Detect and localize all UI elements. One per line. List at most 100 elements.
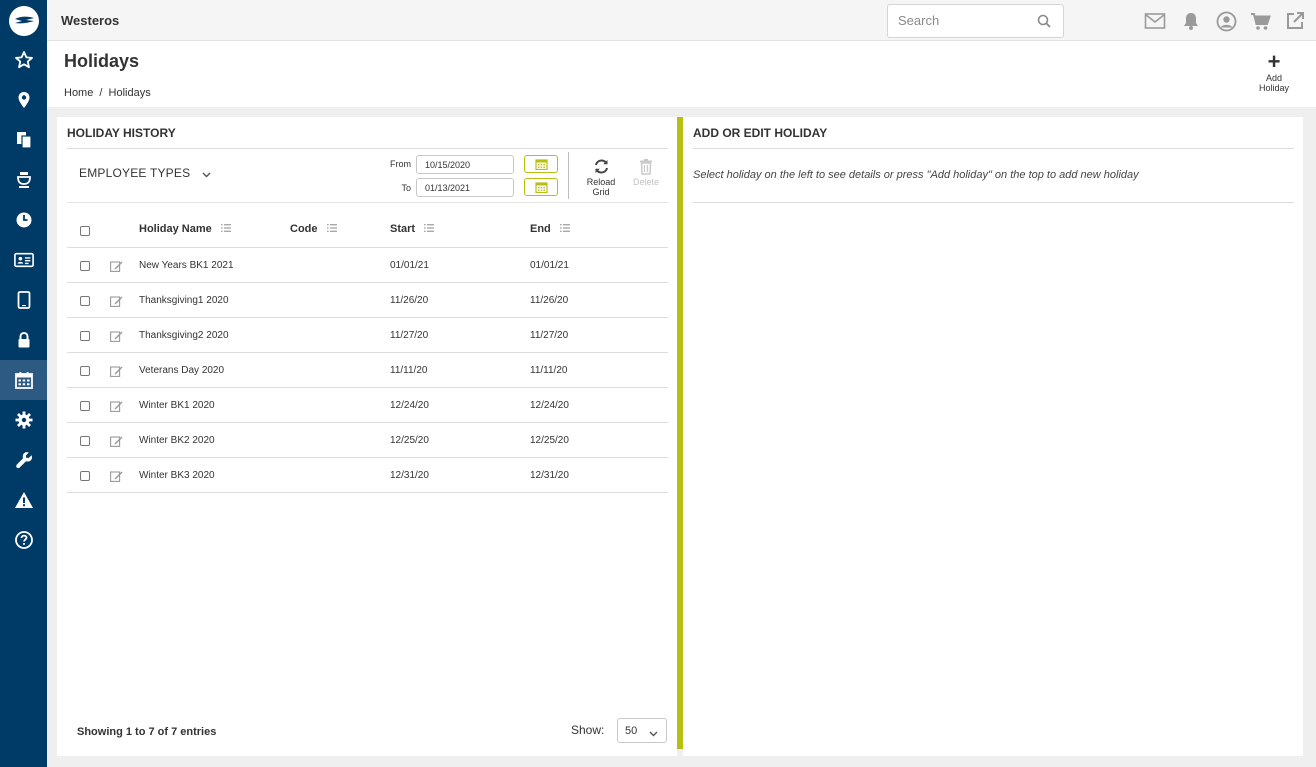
- row-checkbox[interactable]: [80, 366, 90, 376]
- select-all-checkbox[interactable]: [80, 226, 90, 236]
- search-input[interactable]: [898, 13, 1028, 28]
- holiday-history-title: HOLIDAY HISTORY: [67, 126, 176, 140]
- sort-icon[interactable]: [424, 223, 435, 235]
- table-row[interactable]: Winter BK2 2020 12/25/20 12/25/20: [67, 423, 668, 458]
- column-header-start[interactable]: Start: [390, 223, 435, 235]
- sidebar-item-security[interactable]: [0, 320, 47, 360]
- start-cell: 01/01/21: [390, 260, 429, 271]
- sort-icon[interactable]: [220, 223, 231, 235]
- sidebar-item-employees[interactable]: [0, 240, 47, 280]
- from-date-input[interactable]: [416, 155, 514, 174]
- sidebar-item-tools[interactable]: [0, 440, 47, 480]
- edit-icon[interactable]: [110, 469, 123, 487]
- wrench-icon: [15, 452, 32, 469]
- column-header-holiday-name[interactable]: Holiday Name: [139, 223, 231, 235]
- column-header-end[interactable]: End: [530, 223, 570, 235]
- sidebar-item-time[interactable]: [0, 200, 47, 240]
- search-icon[interactable]: [1037, 14, 1051, 33]
- end-cell: 12/25/20: [530, 435, 569, 446]
- sidebar-item-alerts[interactable]: [0, 480, 47, 520]
- cart-icon[interactable]: [1249, 10, 1271, 32]
- edit-icon[interactable]: [110, 434, 123, 452]
- reload-label-line1: Reload: [586, 177, 616, 187]
- row-checkbox[interactable]: [80, 296, 90, 306]
- sidebar-item-devices[interactable]: [0, 280, 47, 320]
- add-holiday-label-line2: Holiday: [1258, 83, 1289, 93]
- table-row[interactable]: Thanksgiving2 2020 11/27/20 11/27/20: [67, 318, 668, 353]
- edit-icon[interactable]: [110, 364, 123, 382]
- holiday-name-cell: Veterans Day 2020: [139, 365, 225, 376]
- sidebar-item-settings[interactable]: [0, 400, 47, 440]
- to-date-input[interactable]: [416, 178, 514, 197]
- delete-button[interactable]: Delete: [631, 158, 661, 187]
- page-header: Holidays Home / Holidays + Add Holiday: [47, 41, 1316, 107]
- edit-icon[interactable]: [110, 259, 123, 277]
- mail-icon[interactable]: [1144, 10, 1166, 32]
- table-row[interactable]: Thanksgiving1 2020 11/26/20 11/26/20: [67, 283, 668, 318]
- holiday-history-panel: HOLIDAY HISTORY EMPLOYEE TYPES From To R…: [57, 117, 677, 756]
- documents-icon: [16, 132, 32, 149]
- warning-icon: [14, 492, 33, 508]
- add-holiday-button[interactable]: + Add Holiday: [1252, 49, 1296, 94]
- sort-icon[interactable]: [559, 223, 570, 235]
- table-row[interactable]: Veterans Day 2020 11/11/20 11/11/20: [67, 353, 668, 388]
- id-card-icon: [13, 252, 34, 268]
- help-text: Select holiday on the left to see detail…: [693, 169, 1139, 181]
- column-header-label: Holiday Name: [139, 223, 212, 235]
- sidebar-item-break-room[interactable]: [0, 160, 47, 200]
- row-checkbox[interactable]: [80, 471, 90, 481]
- sidebar-item-locations[interactable]: [0, 80, 47, 120]
- edit-icon[interactable]: [110, 399, 123, 417]
- holiday-name-cell: Winter BK1 2020: [139, 400, 215, 411]
- edit-icon[interactable]: [110, 294, 123, 312]
- sidebar-item-holidays[interactable]: [0, 360, 47, 400]
- sort-icon[interactable]: [326, 223, 337, 235]
- column-header-label: End: [530, 223, 551, 235]
- end-cell: 12/24/20: [530, 400, 569, 411]
- employee-types-dropdown[interactable]: EMPLOYEE TYPES: [79, 166, 211, 181]
- row-checkbox[interactable]: [80, 261, 90, 271]
- trash-icon: [640, 159, 652, 175]
- sidebar-item-documents[interactable]: [0, 120, 47, 160]
- divider: [693, 148, 1294, 149]
- table-row[interactable]: Winter BK1 2020 12/24/20 12/24/20: [67, 388, 668, 423]
- calendar-icon: [534, 182, 548, 193]
- page-title: Holidays: [64, 51, 140, 71]
- breadcrumb-home[interactable]: Home: [64, 87, 93, 99]
- row-checkbox[interactable]: [80, 331, 90, 341]
- map-pin-icon: [18, 92, 29, 108]
- user-icon[interactable]: [1215, 10, 1237, 32]
- logo[interactable]: [9, 6, 39, 36]
- calendar-icon: [14, 372, 33, 389]
- row-checkbox[interactable]: [80, 436, 90, 446]
- column-header-code[interactable]: Code: [290, 223, 337, 235]
- edit-icon[interactable]: [110, 329, 123, 347]
- holiday-name-cell: Thanksgiving1 2020: [139, 295, 229, 306]
- page-size-value: 50: [625, 725, 638, 737]
- breadcrumb: Home / Holidays: [64, 87, 154, 99]
- from-label: From: [390, 159, 411, 169]
- brand-name: Westeros: [61, 13, 120, 28]
- grid-header: Holiday Name Code Start End: [67, 213, 668, 248]
- table-row[interactable]: Winter BK3 2020 12/31/20 12/31/20: [67, 458, 668, 493]
- search-box[interactable]: [887, 4, 1064, 38]
- chevron-down-icon: [202, 167, 211, 181]
- to-calendar-button[interactable]: [524, 178, 558, 196]
- plus-icon: +: [1267, 49, 1281, 74]
- gear-icon: [15, 411, 32, 429]
- end-cell: 11/26/20: [530, 295, 569, 306]
- sidebar-item-favorites[interactable]: [0, 40, 47, 80]
- page-size-select[interactable]: 50: [617, 718, 667, 743]
- holiday-name-cell: New Years BK1 2021: [139, 260, 234, 271]
- add-edit-holiday-panel: ADD OR EDIT HOLIDAY Select holiday on th…: [683, 117, 1303, 756]
- table-row[interactable]: New Years BK1 2021 01/01/21 01/01/21: [67, 248, 668, 283]
- sidebar-item-help[interactable]: [0, 520, 47, 560]
- bell-icon[interactable]: [1180, 10, 1202, 32]
- reload-grid-button[interactable]: Reload Grid: [583, 158, 619, 197]
- from-calendar-button[interactable]: [524, 155, 558, 173]
- toolbar-separator: [568, 152, 569, 199]
- external-link-icon[interactable]: [1284, 10, 1306, 32]
- divider: [693, 202, 1294, 203]
- row-checkbox[interactable]: [80, 401, 90, 411]
- star-icon: [14, 51, 33, 69]
